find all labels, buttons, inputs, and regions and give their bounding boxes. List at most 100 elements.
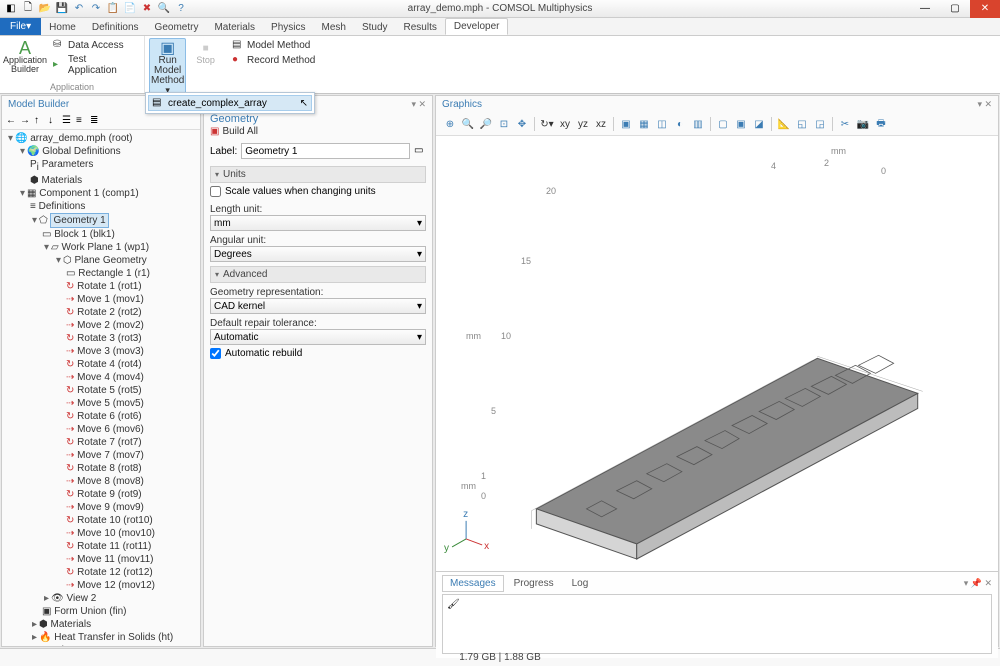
ribbon-group-record: ▤Model Method ●Record Method: [225, 36, 322, 93]
graphics-header: Graphics▾ ✕: [436, 96, 998, 113]
undo-icon[interactable]: ↶: [72, 2, 86, 16]
application-builder-button[interactable]: A Application Builder: [4, 38, 46, 77]
window-title: array_demo.mph - COMSOL Multiphysics: [408, 3, 593, 14]
open-icon[interactable]: 📂: [38, 2, 52, 16]
tab-messages[interactable]: Messages: [442, 575, 504, 592]
model-tree[interactable]: ▾🌐 array_demo.mph (root) ▾🌍 Global Defin…: [2, 130, 200, 646]
lighting-icon[interactable]: ◐: [672, 116, 688, 132]
wireframe-icon[interactable]: ▦: [636, 116, 652, 132]
graphics-toolbar: ⊕ 🔍 🔎 ⊡ ✥ ↻▾ xy yz xz ▣ ▦ ◫ ◐ ▥ ▢ ▣ ◪ 📐 …: [436, 113, 998, 136]
tab-geometry[interactable]: Geometry: [147, 20, 207, 35]
svg-text:x: x: [484, 541, 489, 552]
tab-physics[interactable]: Physics: [263, 20, 313, 35]
build-all-button[interactable]: ▣Build All: [204, 125, 432, 140]
select-inv-icon[interactable]: ◪: [751, 116, 767, 132]
tab-definitions[interactable]: Definitions: [84, 20, 147, 35]
title-bar: ◧ 🗋 📂 💾 ↶ ↷ 📋 📄 ✖ 🔍 ? array_demo.mph - C…: [0, 0, 1000, 18]
angular-unit-select[interactable]: Degrees▾: [210, 246, 426, 262]
ribbon-group-methods: ▣ Run Model Method ▾ ■ Stop: [145, 36, 225, 93]
section-units[interactable]: Units: [210, 166, 426, 183]
help-icon[interactable]: ?: [174, 2, 188, 16]
show-hidden-icon[interactable]: ◲: [812, 116, 828, 132]
svg-text:y: y: [444, 543, 449, 554]
collapse-icon[interactable]: ≡: [76, 115, 88, 127]
settings-subtitle: Geometry: [204, 113, 432, 125]
build-icon: ▣: [210, 126, 219, 137]
record-icon: ●: [232, 54, 244, 66]
tab-mesh[interactable]: Mesh: [313, 20, 353, 35]
select-none-icon[interactable]: ▣: [733, 116, 749, 132]
default-view-icon[interactable]: ▣: [618, 116, 634, 132]
graphics-canvas[interactable]: z y x mm 4 2 0 20 15 10 5 mm 1 0 mm: [436, 136, 998, 571]
view-xy-icon[interactable]: xy: [557, 116, 573, 132]
paste-icon[interactable]: 📄: [123, 2, 137, 16]
pan-icon[interactable]: ✥: [514, 116, 530, 132]
minimize-button[interactable]: —: [910, 0, 940, 18]
data-icon: ⛁: [53, 39, 65, 51]
nav-down-icon[interactable]: ↓: [48, 115, 60, 127]
save-icon[interactable]: 💾: [55, 2, 69, 16]
label-input[interactable]: [241, 143, 410, 159]
label-label: Label:: [210, 146, 237, 157]
nav-back-icon[interactable]: ←: [6, 115, 18, 127]
tab-study[interactable]: Study: [354, 20, 396, 35]
zoom-in-icon[interactable]: 🔍: [460, 116, 476, 132]
tab-materials[interactable]: Materials: [206, 20, 263, 35]
repair-tol-select[interactable]: Automatic▾: [210, 329, 426, 345]
transparency-icon[interactable]: ◫: [654, 116, 670, 132]
model-method-button[interactable]: ▤Model Method: [229, 38, 318, 52]
file-tab[interactable]: File ▾: [0, 18, 41, 35]
play-icon: ▸: [53, 59, 65, 71]
tab-home[interactable]: Home: [41, 20, 84, 35]
length-unit-select[interactable]: mm▾: [210, 215, 426, 231]
method-icon: ▤: [232, 39, 244, 51]
label-toggle-icon[interactable]: ▭: [414, 145, 426, 157]
print-icon[interactable]: 🖶: [873, 116, 889, 132]
run-model-method-button[interactable]: ▣ Run Model Method ▾: [149, 38, 186, 97]
letter-a-icon: A: [17, 40, 33, 56]
measure-icon[interactable]: 📐: [776, 116, 792, 132]
redo-icon[interactable]: ↷: [89, 2, 103, 16]
find-icon[interactable]: 🔍: [157, 2, 171, 16]
tree-node-geometry: Geometry 1: [50, 213, 108, 228]
nav-fwd-icon[interactable]: →: [20, 115, 32, 127]
model-builder-toolbar: ← → ↑ ↓ ☰ ≡ ≣: [2, 113, 200, 130]
maximize-button[interactable]: ▢: [940, 0, 970, 18]
stop-button[interactable]: ■ Stop: [190, 38, 221, 97]
brush-icon[interactable]: 🖌: [447, 599, 460, 610]
geom-repr-select[interactable]: CAD kernel▾: [210, 298, 426, 314]
data-access-button[interactable]: ⛁Data Access: [50, 38, 140, 52]
new-icon[interactable]: 🗋: [21, 2, 35, 16]
tab-developer[interactable]: Developer: [445, 18, 509, 35]
settings-panel: Settings▾ ✕ Geometry ▣Build All Label: ▭…: [203, 95, 433, 647]
view-yz-icon[interactable]: yz: [575, 116, 591, 132]
grid-icon[interactable]: ▥: [690, 116, 706, 132]
delete-icon[interactable]: ✖: [140, 2, 154, 16]
view-xz-icon[interactable]: xz: [593, 116, 609, 132]
auto-rebuild-checkbox[interactable]: [210, 348, 221, 359]
tab-progress[interactable]: Progress: [506, 575, 562, 592]
hide-icon[interactable]: ◱: [794, 116, 810, 132]
zoom-extents-icon[interactable]: ⊕: [442, 116, 458, 132]
memory-status: 1.79 GB | 1.88 GB: [459, 652, 541, 663]
show-icon[interactable]: ☰: [62, 115, 74, 127]
orbit-icon[interactable]: ↻▾: [539, 116, 555, 132]
close-button[interactable]: ✕: [970, 0, 1000, 18]
tab-log[interactable]: Log: [564, 575, 597, 592]
ribbon: A Application Builder ⛁Data Access ▸Test…: [0, 36, 1000, 94]
snapshot-icon[interactable]: 📷: [855, 116, 871, 132]
test-application-button[interactable]: ▸Test Application: [50, 53, 140, 77]
copy-icon[interactable]: 📋: [106, 2, 120, 16]
zoom-box-icon[interactable]: ⊡: [496, 116, 512, 132]
zoom-out-icon[interactable]: 🔎: [478, 116, 494, 132]
tab-results[interactable]: Results: [396, 20, 445, 35]
record-method-button[interactable]: ●Record Method: [229, 53, 318, 67]
clip-icon[interactable]: ✂: [837, 116, 853, 132]
select-all-icon[interactable]: ▢: [715, 116, 731, 132]
dropdown-item-create-complex-array[interactable]: ▤ create_complex_array ↖: [148, 95, 312, 111]
section-advanced[interactable]: Advanced: [210, 266, 426, 283]
run-method-dropdown: ▤ create_complex_array ↖: [145, 92, 315, 114]
scale-values-checkbox[interactable]: [210, 186, 221, 197]
nav-up-icon[interactable]: ↑: [34, 115, 46, 127]
expand-icon[interactable]: ≣: [90, 115, 102, 127]
